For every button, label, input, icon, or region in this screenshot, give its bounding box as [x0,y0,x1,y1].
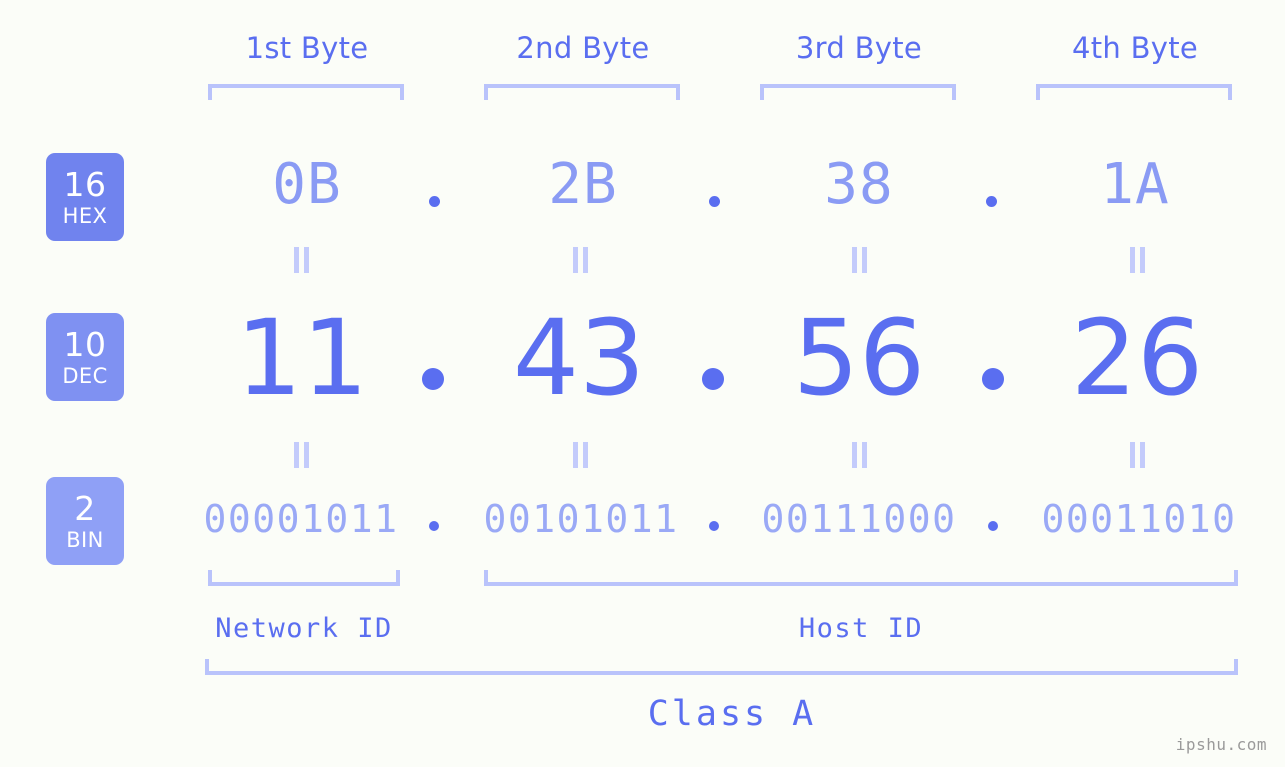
bin-byte-2: 00101011 [483,497,679,541]
radix-badge-bin-name: BIN [66,527,104,552]
byte-bracket-1 [208,84,404,100]
radix-badge-bin-number: 2 [74,488,96,528]
radix-badge-dec-number: 10 [63,324,107,364]
equals-icon-1-4 [1128,247,1146,273]
equals-icon-1-3 [850,247,868,273]
dec-byte-3: 56 [792,297,926,419]
equals-icon-1-2 [571,247,589,273]
equals-icon-2-3 [850,442,868,468]
byte-bracket-2 [484,84,680,100]
class-label: Class A [647,694,817,734]
ip-address-breakdown-diagram: 1st Byte 2nd Byte 3rd Byte 4th Byte 16 H… [0,0,1285,767]
host-id-bracket [484,570,1238,586]
byte-bracket-3 [760,84,956,100]
bin-separator-dot-3 [988,521,998,531]
byte-header-2: 2nd Byte [516,31,650,65]
bin-byte-3: 00111000 [761,497,957,541]
network-id-label: Network ID [215,613,393,644]
radix-badge-dec-name: DEC [62,363,108,388]
host-id-label: Host ID [798,613,924,644]
bin-separator-dot-1 [429,521,439,531]
hex-separator-dot-2 [709,196,720,207]
radix-badge-dec: 10 DEC [46,313,124,401]
dec-separator-dot-1 [422,368,444,390]
bin-separator-dot-2 [709,521,719,531]
network-id-bracket [208,570,400,586]
radix-badge-hex: 16 HEX [46,153,124,241]
radix-badge-hex-name: HEX [62,203,108,228]
dec-separator-dot-3 [982,368,1004,390]
radix-badge-hex-number: 16 [63,164,107,204]
radix-badge-bin: 2 BIN [46,477,124,565]
hex-separator-dot-3 [986,196,997,207]
dec-separator-dot-2 [702,368,724,390]
byte-bracket-4 [1036,84,1232,100]
watermark: ipshu.com [1175,735,1267,754]
byte-header-4: 4th Byte [1071,31,1199,65]
hex-separator-dot-1 [429,196,440,207]
dec-byte-2: 43 [512,297,646,419]
bin-byte-1: 00001011 [203,497,399,541]
equals-icon-2-1 [292,442,310,468]
dec-byte-4: 26 [1070,297,1204,419]
equals-icon-2-4 [1128,442,1146,468]
class-bracket [205,659,1238,675]
equals-icon-2-2 [571,442,589,468]
hex-byte-1: 0B [272,152,342,217]
bin-byte-4: 00011010 [1041,497,1237,541]
hex-byte-3: 38 [824,152,894,217]
byte-header-3: 3rd Byte [795,31,923,65]
hex-byte-2: 2B [548,152,618,217]
hex-byte-4: 1A [1100,152,1170,217]
byte-header-1: 1st Byte [245,31,369,65]
equals-icon-1-1 [292,247,310,273]
dec-byte-1: 11 [235,297,369,419]
